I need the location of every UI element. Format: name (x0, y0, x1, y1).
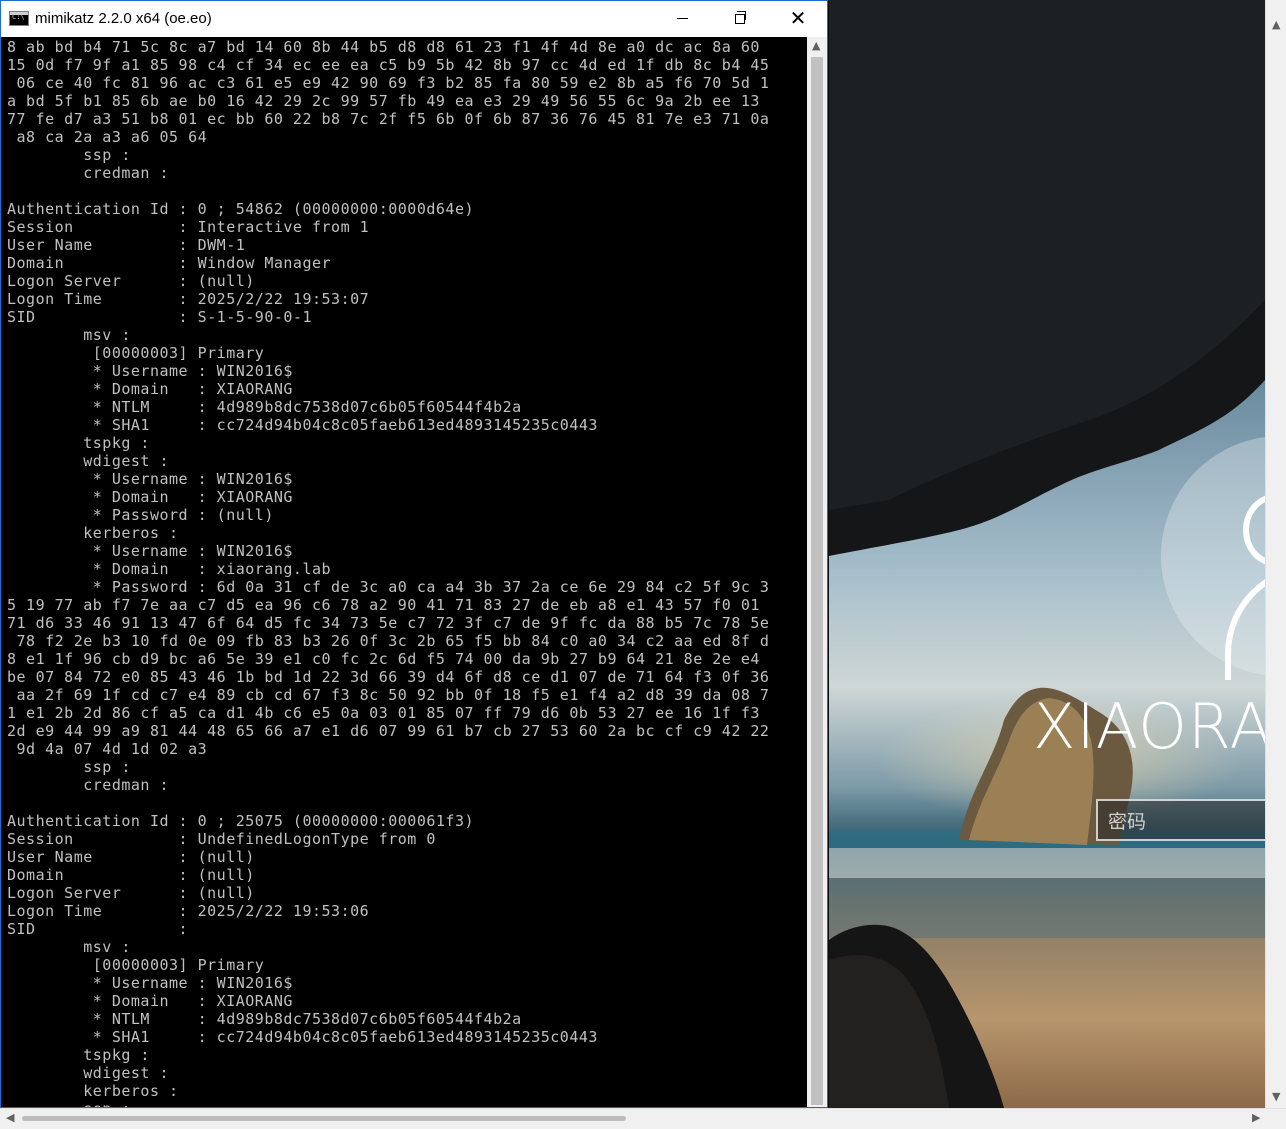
console-line: * SHA1 : cc724d94b04c8c05faeb613ed489314… (7, 1028, 598, 1046)
console-line: 8 ab bd b4 71 5c 8c a7 bd 14 60 8b 44 b5… (7, 38, 760, 56)
console-line: 78 f2 2e b3 10 fd 0e 09 fb 83 b3 26 0f 3… (7, 632, 770, 650)
console-line: SID : (7, 920, 189, 938)
console-line: ssp : (7, 758, 131, 776)
window-titlebar[interactable]: C:\ mimikatz 2.2.0 x64 (oe.eo) ✕ (1, 1, 827, 37)
console-line: * Password : (null) (7, 506, 274, 524)
scroll-down-arrow-icon[interactable]: ▼ (1272, 1090, 1280, 1103)
console-scroll-thumb[interactable] (811, 57, 823, 1105)
console-line: ssp : (7, 146, 131, 164)
lock-username: XIAORAN (1033, 690, 1265, 763)
console-line: 2d e9 44 99 a9 81 44 48 65 66 a7 e1 d6 0… (7, 722, 770, 740)
console-line: Authentication Id : 0 ; 54862 (00000000:… (7, 200, 475, 218)
minimize-icon (676, 18, 688, 19)
console-line: a bd 5f b1 85 6b ae b0 16 42 29 2c 99 57… (7, 92, 760, 110)
console-line: 9d 4a 07 4d 1d 02 a3 (7, 740, 208, 758)
console-line: * Domain : XIAORANG (7, 992, 293, 1010)
lockscreen-background: XIAORAN 密码 (829, 0, 1265, 1108)
console-line: * NTLM : 4d989b8dc7538d07c6b05f60544f4b2… (7, 1010, 522, 1028)
close-button[interactable]: ✕ (769, 1, 827, 37)
console-line: [00000003] Primary (7, 344, 265, 362)
console-line: wdigest : (7, 1064, 170, 1082)
console-line: 15 0d f7 9f a1 85 98 c4 cf 34 ec ee ea c… (7, 56, 770, 74)
console-line: * NTLM : 4d989b8dc7538d07c6b05f60544f4b2… (7, 398, 522, 416)
avatar-head-shape (1243, 494, 1265, 566)
console-app-icon: C:\ (9, 11, 29, 26)
window-title: mimikatz 2.2.0 x64 (oe.eo) (35, 10, 212, 27)
console-line: be 07 84 72 e0 85 43 46 1b bd 1d 22 3d 6… (7, 668, 770, 686)
console-vertical-scrollbar[interactable]: ▲ (807, 37, 827, 1107)
console-line: SID : S-1-5-90-0-1 (7, 308, 312, 326)
console-line: Session : UndefinedLogonType from 0 (7, 830, 436, 848)
console-line: * Password : 6d 0a 31 cf de 3c a0 ca a4 … (7, 578, 770, 596)
console-line: aa 2f 69 1f cd c7 e4 89 cb cd 67 f3 8c 5… (7, 686, 770, 704)
console-line: credman : (7, 776, 170, 794)
console-line: Session : Interactive from 1 (7, 218, 370, 236)
close-icon: ✕ (789, 6, 807, 30)
console-line: [00000003] Primary (7, 956, 265, 974)
scroll-left-arrow-icon[interactable]: ◀ (6, 1111, 14, 1124)
console-line: * Domain : XIAORANG (7, 380, 293, 398)
console-line: Authentication Id : 0 ; 25075 (00000000:… (7, 812, 475, 830)
console-line: User Name : DWM-1 (7, 236, 246, 254)
console-line: 06 ce 40 fc 81 96 ac c3 61 e5 e9 42 90 6… (7, 74, 770, 92)
console-line: 1 e1 2b 2d 86 cf a5 ca d1 4b c6 e5 0a 03… (7, 704, 760, 722)
console-line: Logon Time : 2025/2/22 19:53:07 (7, 290, 370, 308)
console-line: a8 ca 2a a3 a6 05 64 (7, 128, 208, 146)
console-line: wdigest : (7, 452, 170, 470)
console-line: credman : (7, 164, 170, 182)
console-line: 8 e1 1f 96 cb d9 bc a6 5e 39 e1 c0 fc 2c… (7, 650, 760, 668)
scroll-right-arrow-icon[interactable]: ▶ (1252, 1111, 1260, 1124)
console-line: * Username : WIN2016$ (7, 470, 293, 488)
console-line: User Name : (null) (7, 848, 255, 866)
console-line: * Username : WIN2016$ (7, 542, 293, 560)
console-line: kerberos : (7, 524, 179, 542)
horizontal-scroll-thumb[interactable] (22, 1116, 626, 1121)
scroll-up-arrow-icon[interactable]: ▲ (1272, 18, 1280, 31)
console-line: msv : (7, 326, 131, 344)
restore-button[interactable] (711, 1, 769, 37)
avatar-body-shape (1225, 564, 1265, 680)
console-line: Domain : (null) (7, 866, 255, 884)
console-line: tspkg : (7, 1046, 150, 1064)
console-line: 5 19 77 ab f7 7e aa c7 d5 ea 96 c6 78 a2… (7, 596, 760, 614)
console-line: 77 fe d7 a3 51 b8 01 ec bb 60 22 b8 7c 2… (7, 110, 770, 128)
console-output: 8 ab bd b4 71 5c 8c a7 bd 14 60 8b 44 b5… (1, 37, 807, 1107)
console-line: Logon Server : (null) (7, 272, 255, 290)
console-line: * Domain : XIAORANG (7, 488, 293, 506)
console-line: 71 d6 33 46 91 13 47 6f 64 d5 fc 34 73 5… (7, 614, 770, 632)
console-line: Domain : Window Manager (7, 254, 332, 272)
console-line: kerberos : (7, 1082, 179, 1100)
minimize-button[interactable] (653, 1, 711, 37)
page-horizontal-scrollbar[interactable]: ◀ ▶ (0, 1108, 1286, 1129)
console-line: * Domain : xiaorang.lab (7, 560, 332, 578)
console-window[interactable]: C:\ mimikatz 2.2.0 x64 (oe.eo) ✕ 8 ab bd… (0, 0, 828, 1108)
page-vertical-scrollbar[interactable]: ▲ ▼ (1265, 0, 1286, 1108)
console-line: * Username : WIN2016$ (7, 362, 293, 380)
password-input[interactable]: 密码 (1096, 799, 1265, 841)
console-output-area[interactable]: 8 ab bd b4 71 5c 8c a7 bd 14 60 8b 44 b5… (1, 37, 807, 1107)
console-line: * Username : WIN2016$ (7, 974, 293, 992)
console-scroll-up-icon[interactable]: ▲ (812, 39, 820, 52)
console-line: Logon Server : (null) (7, 884, 255, 902)
restore-icon (735, 10, 746, 24)
console-line: Logon Time : 2025/2/22 19:53:06 (7, 902, 370, 920)
console-line: msv : (7, 938, 131, 956)
console-line: * SHA1 : cc724d94b04c8c05faeb613ed489314… (7, 416, 598, 434)
console-line: tspkg : (7, 434, 150, 452)
console-line: ssp : (7, 1100, 131, 1107)
